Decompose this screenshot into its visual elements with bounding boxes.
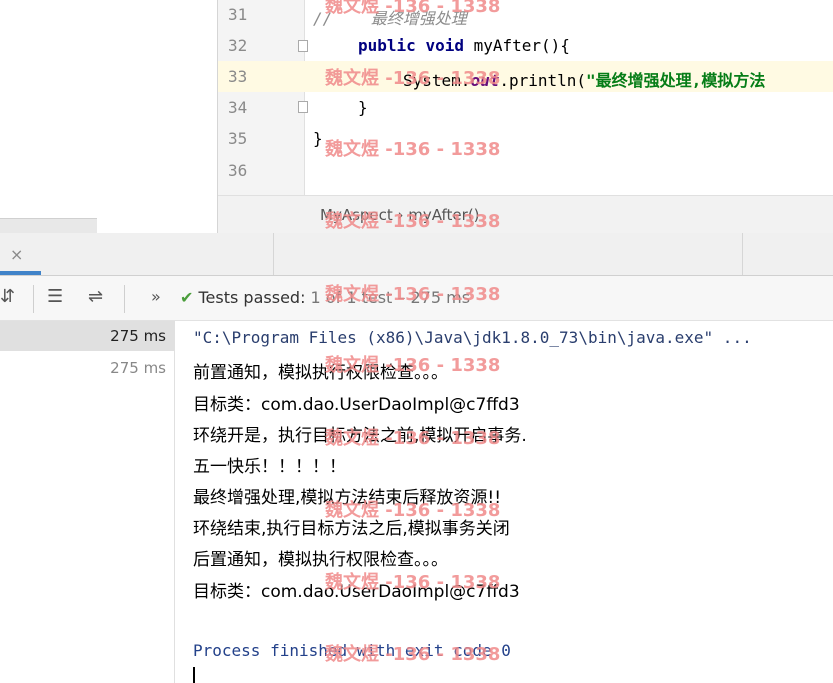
fold-collapse-icon[interactable] xyxy=(298,40,308,52)
collapse-all-icon[interactable]: ⇌ xyxy=(88,286,103,307)
sort-icon[interactable]: ⇵ xyxy=(0,286,15,307)
watermark: 魏文煜 -136 - 1338 xyxy=(325,355,501,376)
test-duration: 275 ms xyxy=(110,327,166,345)
line-number: 31 xyxy=(228,5,248,24)
keyword-public: public xyxy=(358,36,416,55)
run-tab-strip xyxy=(0,233,833,276)
more-actions-icon[interactable]: » xyxy=(151,287,161,306)
test-duration: 275 ms xyxy=(110,359,166,377)
test-tree-row[interactable]: 275 ms xyxy=(0,353,174,383)
line-number: 34 xyxy=(228,98,248,117)
keyword-void: void xyxy=(425,36,464,55)
tests-passed-label: Tests passed: xyxy=(198,288,306,307)
method-signature: myAfter(){ xyxy=(463,36,570,55)
watermark: 魏文煜 -136 - 1338 xyxy=(325,500,501,521)
watermark: 魏文煜 -136 - 1338 xyxy=(325,644,501,665)
println-call: .println( xyxy=(499,71,587,90)
watermark: 魏文煜 -136 - 1338 xyxy=(325,0,501,17)
check-icon: ✔ xyxy=(180,288,194,307)
code-brace: } xyxy=(313,129,323,148)
watermark: 魏文煜 -136 - 1338 xyxy=(325,139,501,160)
watermark: 魏文煜 -136 - 1338 xyxy=(325,284,501,305)
toolbar-separator xyxy=(33,285,34,313)
watermark: 魏文煜 -136 - 1338 xyxy=(325,68,501,89)
expand-all-icon[interactable]: ☰ xyxy=(47,286,63,307)
project-panel-scrollbar[interactable] xyxy=(0,218,97,234)
line-number: 33 xyxy=(228,67,248,86)
line-number: 32 xyxy=(228,36,248,55)
text-caret xyxy=(193,667,195,683)
console-line: 目标类：com.dao.UserDaoImpl@c7ffd3 xyxy=(193,395,520,415)
line-number: 36 xyxy=(228,161,248,180)
watermark: 魏文煜 -136 - 1338 xyxy=(325,572,501,593)
code-brace: } xyxy=(358,98,368,117)
active-tab-indicator xyxy=(0,271,41,275)
code-editor[interactable] xyxy=(305,0,833,195)
close-tab-icon[interactable]: × xyxy=(10,245,23,264)
divider xyxy=(742,233,743,275)
fold-end-icon[interactable] xyxy=(298,101,308,113)
code-method-decl: public void myAfter(){ xyxy=(358,36,570,55)
watermark: 魏文煜 -136 - 1338 xyxy=(325,211,501,232)
console-line: 五一快乐！！！！！ xyxy=(193,457,346,477)
breadcrumb-bar xyxy=(218,195,833,234)
console-line: 后置通知，模拟执行权限检查。。。 xyxy=(193,550,448,570)
watermark: 魏文煜 -136 - 1338 xyxy=(325,428,501,449)
line-number: 35 xyxy=(228,129,248,148)
console-command-line: "C:\Program Files (x86)\Java\jdk1.8.0_73… xyxy=(193,328,752,347)
test-tree-row[interactable]: 275 ms xyxy=(0,321,174,351)
string-literal: "最终增强处理,模拟方法 xyxy=(586,71,766,90)
divider xyxy=(273,233,274,275)
project-panel xyxy=(0,0,218,233)
toolbar-separator xyxy=(124,285,125,313)
